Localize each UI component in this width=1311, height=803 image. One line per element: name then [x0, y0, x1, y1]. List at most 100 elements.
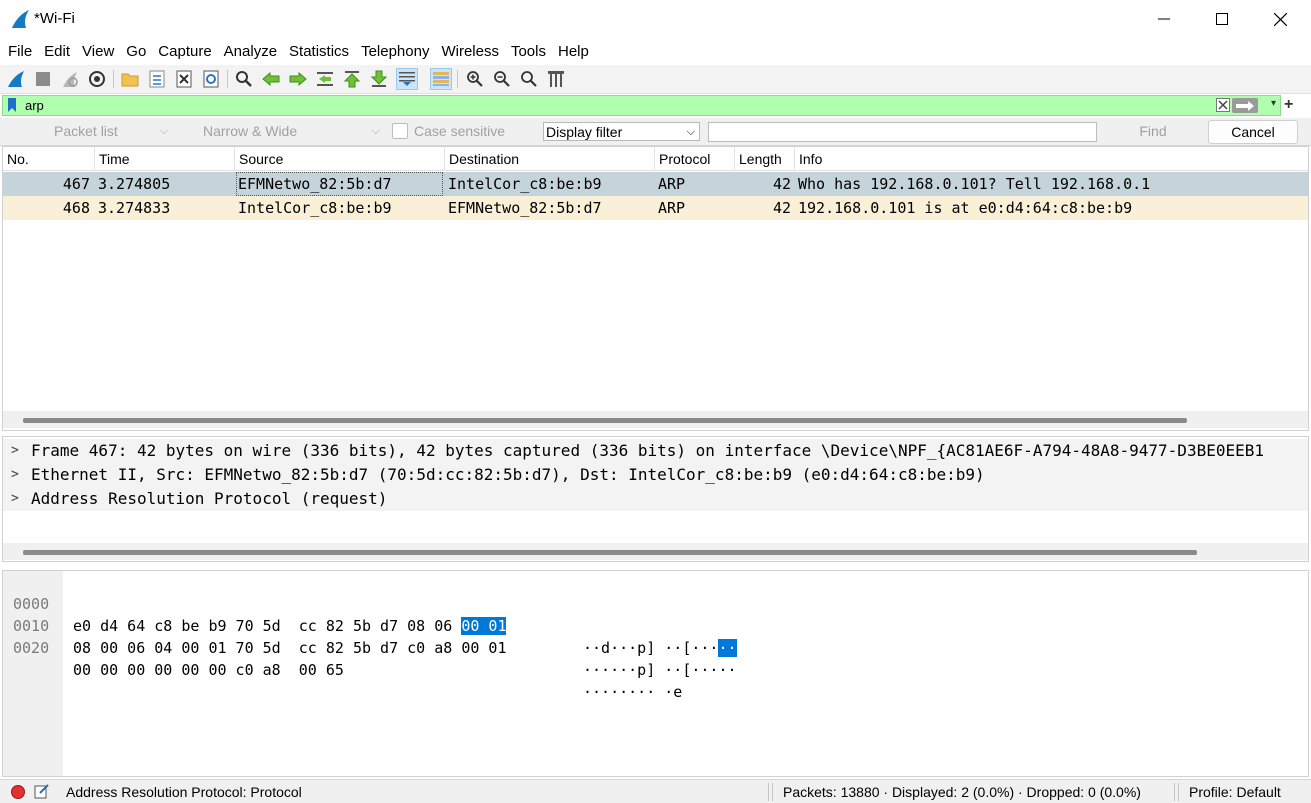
cell-protocol: ARP	[658, 175, 686, 193]
hex-bytes[interactable]: e0 d4 64 c8 be b9 70 5d cc 82 5b d7 08 0…	[73, 615, 507, 637]
menu-tools[interactable]: Tools	[505, 38, 552, 65]
packet-counts-text: Packets: 13880 · Displayed: 2 (0.0%) · D…	[783, 784, 1141, 800]
menu-telephony[interactable]: Telephony	[355, 38, 435, 65]
details-hscrollbar[interactable]	[3, 543, 1308, 560]
main-toolbar	[0, 65, 1311, 94]
filter-history-dropdown-icon[interactable]: ▾	[1271, 98, 1276, 109]
add-filter-button-icon[interactable]: +	[1284, 96, 1293, 114]
chevron-down-icon: ⌵	[371, 125, 380, 137]
cell-time: 3.274805	[98, 175, 171, 193]
menu-go[interactable]: Go	[120, 38, 152, 65]
tree-item-ethernet[interactable]: > Ethernet II, Src: EFMNetwo_82:5b:d7 (7…	[3, 463, 1308, 487]
filter-input[interactable]: arp	[25, 98, 44, 113]
close-file-icon[interactable]	[173, 68, 195, 90]
clear-filter-icon[interactable]	[1216, 98, 1230, 115]
table-row[interactable]: 467 3.274805 EFMNetwo_82:5b:d7 IntelCor_…	[3, 172, 1308, 196]
stop-capture-icon[interactable]	[32, 68, 54, 90]
window-title: *Wi-Fi	[34, 10, 75, 27]
ascii-bytes[interactable]: ······p] ··[·····	[583, 659, 737, 681]
display-filter-bar[interactable]: arp ▾	[2, 95, 1281, 116]
minimize-button[interactable]	[1135, 0, 1193, 38]
apply-filter-arrow-icon[interactable]	[1232, 98, 1258, 113]
search-type-dropdown[interactable]: Display filter ⌵	[543, 122, 700, 141]
find-button: Find	[1139, 123, 1167, 139]
zoom-in-icon[interactable]	[464, 68, 486, 90]
find-packet-icon[interactable]	[233, 68, 255, 90]
colorize-icon[interactable]	[430, 68, 452, 90]
go-first-packet-icon[interactable]	[341, 68, 363, 90]
hex-text: 08 00 06 04 00 01 70 5d cc 82 5b d7 c0 a…	[73, 639, 507, 657]
case-sensitive-label: Case sensitive	[414, 123, 506, 139]
auto-scroll-icon[interactable]	[396, 68, 418, 90]
go-to-packet-icon[interactable]	[314, 68, 336, 90]
packet-bytes[interactable]: 0000 e0 d4 64 c8 be b9 70 5d cc 82 5b d7…	[2, 570, 1309, 777]
profile-text[interactable]: Profile: Default	[1189, 784, 1281, 800]
filter-bookmark-icon[interactable]	[7, 98, 17, 115]
zoom-normal-icon[interactable]	[518, 68, 540, 90]
capture-options-icon[interactable]	[86, 68, 108, 90]
column-time[interactable]: Time	[95, 147, 235, 171]
field-info-text: Address Resolution Protocol: Protocol	[66, 784, 302, 800]
go-forward-icon[interactable]	[287, 68, 309, 90]
ascii-bytes[interactable]: ··d···p] ··[·····	[583, 637, 737, 659]
expand-arrow-icon[interactable]: >	[11, 487, 19, 511]
menu-view[interactable]: View	[76, 38, 120, 65]
bytes-line: 0000 e0 d4 64 c8 be b9 70 5d cc 82 5b d7…	[3, 571, 737, 657]
hex-bytes[interactable]: 00 00 00 00 00 00 c0 a8 00 65	[73, 659, 344, 681]
menu-wireless[interactable]: Wireless	[435, 38, 505, 65]
expand-arrow-icon[interactable]: >	[11, 463, 19, 487]
tree-item-label: Address Resolution Protocol (request)	[31, 489, 388, 508]
menu-capture[interactable]: Capture	[152, 38, 217, 65]
chevron-down-icon: ⌵	[686, 126, 695, 138]
reload-file-icon[interactable]	[200, 68, 222, 90]
edit-comment-icon[interactable]	[34, 783, 50, 802]
packet-list[interactable]: No. Time Source Destination Protocol Len…	[2, 146, 1309, 431]
close-button[interactable]	[1251, 0, 1309, 38]
table-row[interactable]: 468 3.274833 IntelCor_c8:be:b9 EFMNetwo_…	[3, 196, 1308, 220]
cell-source: EFMNetwo_82:5b:d7	[236, 172, 443, 196]
column-length[interactable]: Length	[735, 147, 795, 171]
scrollbar-thumb[interactable]	[23, 550, 1197, 555]
cell-destination: EFMNetwo_82:5b:d7	[448, 199, 602, 217]
menu-file[interactable]: File	[2, 38, 38, 65]
column-protocol[interactable]: Protocol	[655, 147, 735, 171]
cell-protocol: ARP	[658, 199, 686, 217]
start-capture-icon[interactable]	[5, 68, 27, 90]
ascii-text: ········ ·e	[583, 683, 683, 701]
menu-edit[interactable]: Edit	[38, 38, 76, 65]
restart-capture-icon[interactable]	[59, 68, 81, 90]
find-input[interactable]	[708, 122, 1097, 142]
expert-info-icon[interactable]	[10, 784, 26, 803]
case-sensitive-checkbox[interactable]	[392, 123, 408, 139]
column-no[interactable]: No.	[3, 147, 95, 171]
cancel-button[interactable]: Cancel	[1208, 120, 1298, 144]
packet-list-hscrollbar[interactable]	[3, 411, 1308, 428]
maximize-button[interactable]	[1193, 0, 1251, 38]
menu-analyze[interactable]: Analyze	[218, 38, 283, 65]
column-destination[interactable]: Destination	[445, 147, 655, 171]
hex-bytes[interactable]: 08 00 06 04 00 01 70 5d cc 82 5b d7 c0 a…	[73, 637, 506, 659]
search-type-value: Display filter	[546, 124, 623, 140]
go-last-packet-icon[interactable]	[368, 68, 390, 90]
ascii-highlight: ··	[718, 639, 737, 657]
scrollbar-thumb[interactable]	[23, 418, 1187, 423]
resize-columns-icon[interactable]	[545, 68, 567, 90]
char-width-dropdown: Narrow & Wide ⌵	[201, 122, 384, 141]
menu-statistics[interactable]: Statistics	[283, 38, 355, 65]
open-file-icon[interactable]	[119, 68, 141, 90]
packet-details[interactable]: > Frame 467: 42 bytes on wire (336 bits)…	[2, 436, 1309, 562]
tree-item-label: Frame 467: 42 bytes on wire (336 bits), …	[31, 441, 1264, 460]
tree-item-arp[interactable]: > Address Resolution Protocol (request)	[3, 487, 1308, 511]
zoom-out-icon[interactable]	[491, 68, 513, 90]
menu-help[interactable]: Help	[552, 38, 595, 65]
search-in-value: Packet list	[54, 123, 118, 139]
column-info[interactable]: Info	[795, 147, 1308, 171]
tree-item-frame[interactable]: > Frame 467: 42 bytes on wire (336 bits)…	[3, 439, 1308, 463]
go-back-icon[interactable]	[260, 68, 282, 90]
ascii-bytes[interactable]: ········ ·e	[583, 681, 682, 703]
column-source[interactable]: Source	[235, 147, 445, 171]
save-file-icon[interactable]	[146, 68, 168, 90]
ascii-text: ······p] ··[·····	[583, 661, 737, 679]
expand-arrow-icon[interactable]: >	[11, 439, 19, 463]
details-empty-area	[3, 511, 1308, 535]
